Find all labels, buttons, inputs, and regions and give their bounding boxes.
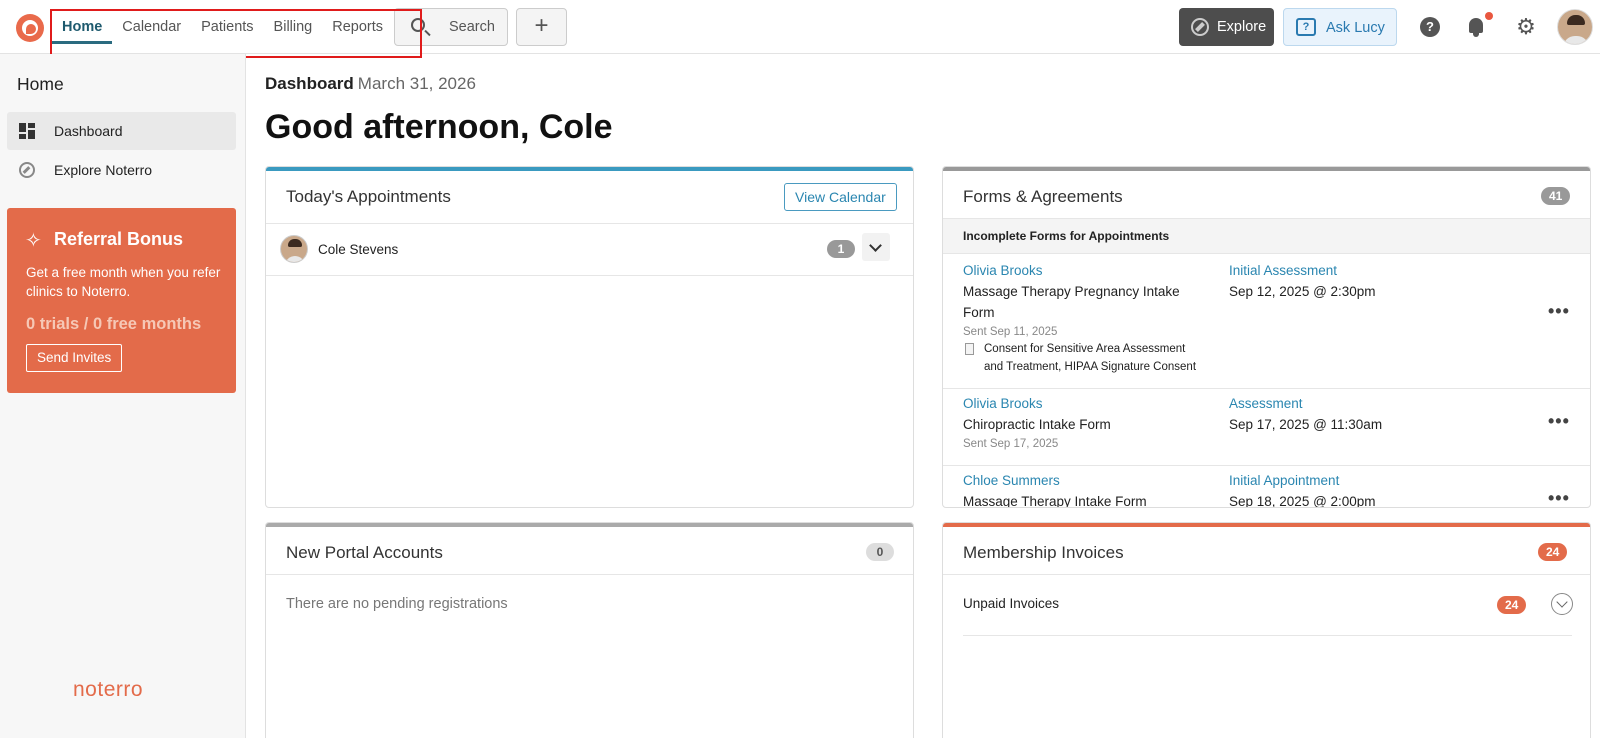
divider [266,223,913,224]
sidebar: Home Dashboard Explore Noterro ✧ Referra… [0,54,246,738]
referral-title: Referral Bonus [54,229,184,249]
card-accent-bar [943,523,1590,527]
search-icon [411,18,425,32]
explore-label: Explore [1217,19,1267,35]
compass-icon [19,162,35,178]
sidebar-heading: Home [17,74,64,94]
sent-date: Sent Sep 11, 2025 [963,326,1058,338]
noterro-brand-logo: noterro [73,678,144,701]
card-title: Today's Appointments [286,187,451,206]
nav-billing[interactable]: Billing [264,10,323,44]
nav-calendar[interactable]: Calendar [112,10,191,44]
divider [266,275,913,276]
card-title: New Portal Accounts [286,543,443,562]
new-portal-accounts-card: New Portal Accounts 0 There are no pendi… [265,522,914,738]
main-nav: Home Calendar Patients Billing Reports [52,10,393,44]
top-navigation-bar: Home Calendar Patients Billing Reports S… [0,0,1600,54]
send-invites-button[interactable]: Send Invites [26,344,123,372]
attached-documents: Consent for Sensitive Area Assessment [984,343,1186,355]
search-button[interactable]: Search [394,8,508,46]
appointment-time: Sep 18, 2025 @ 2:00pm [1229,494,1376,508]
unpaid-count-badge: 24 [1497,596,1527,614]
forms-count-badge: 41 [1541,187,1571,205]
more-options-icon[interactable]: ••• [1548,301,1570,322]
form-name: Massage Therapy Pregnancy Intake [963,284,1180,299]
form-name: Massage Therapy Intake Form [963,494,1147,508]
explore-button[interactable]: Explore [1179,8,1274,46]
ask-lucy-label: Ask Lucy [1326,20,1385,36]
more-options-icon[interactable]: ••• [1548,411,1570,432]
current-date: March 31, 2026 [357,74,476,93]
breadcrumb: Dashboard March 31, 2026 [265,74,476,94]
appointment-type-link[interactable]: Assessment [1229,396,1303,411]
page-title: Dashboard [265,74,354,93]
card-accent-bar [266,167,913,171]
divider [266,574,913,575]
list-item: Olivia Brooks Massage Therapy Pregnancy … [943,263,1590,388]
form-name: Chiropractic Intake Form [963,417,1111,432]
view-calendar-button[interactable]: View Calendar [784,183,897,211]
document-icon [965,343,974,355]
empty-state-text: There are no pending registrations [286,596,508,612]
appointment-time: Sep 12, 2025 @ 2:30pm [1229,284,1376,299]
card-title: Membership Invoices [963,543,1124,562]
referral-bonus-card: ✧ Referral Bonus Get a free month when y… [7,208,236,393]
notification-dot [1485,12,1493,20]
unpaid-invoices-label[interactable]: Unpaid Invoices [963,596,1059,611]
sidebar-item-dashboard[interactable]: Dashboard [7,112,236,150]
divider [963,635,1572,636]
chevron-down-icon[interactable] [1551,593,1573,615]
portal-count-badge: 0 [866,543,894,561]
help-icon[interactable]: ? [1420,17,1440,37]
divider [943,388,1590,389]
attached-documents-continued: and Treatment, HIPAA Signature Consent [984,361,1197,373]
sidebar-item-label: Dashboard [54,123,123,139]
referral-stats: 0 trials / 0 free months [26,315,202,333]
forms-agreements-card: Forms & Agreements 41 Incomplete Forms f… [942,166,1591,508]
more-options-icon[interactable]: ••• [1548,488,1570,507]
appointment-patient-name[interactable]: Cole Stevens [318,242,398,257]
sidebar-item-explore-noterro[interactable]: Explore Noterro [7,151,236,189]
bell-icon[interactable] [1467,16,1485,38]
dashboard-icon [19,123,35,139]
sent-date: Sent Sep 17, 2025 [963,438,1059,450]
divider [943,465,1590,466]
nav-home[interactable]: Home [52,10,113,44]
user-avatar[interactable] [1557,9,1593,45]
noterro-logo-icon[interactable] [16,14,44,42]
list-item: Olivia Brooks Chiropractic Intake Form S… [943,396,1590,456]
sparkle-icon: ✧ [25,230,42,252]
form-name-continued: Form [963,305,995,320]
forms-subheading: Incomplete Forms for Appointments [963,229,1170,243]
patient-link[interactable]: Chloe Summers [963,473,1060,488]
divider [943,574,1590,575]
membership-invoices-card: Membership Invoices 24 Unpaid Invoices 2… [942,522,1591,738]
chevron-down-icon[interactable] [862,233,890,261]
chat-question-icon: ? [1296,18,1316,36]
add-button[interactable]: + [516,8,567,46]
sidebar-item-label: Explore Noterro [54,162,153,178]
patient-link[interactable]: Olivia Brooks [963,396,1043,411]
ask-lucy-button[interactable]: ? Ask Lucy [1283,8,1397,46]
card-title: Forms & Agreements [963,187,1123,206]
greeting-heading: Good afternoon, Cole [265,108,613,146]
invoices-count-badge: 24 [1538,543,1568,561]
compass-icon [1191,18,1209,36]
appointment-type-link[interactable]: Initial Assessment [1229,263,1337,278]
avatar [280,235,308,263]
appointment-type-link[interactable]: Initial Appointment [1229,473,1339,488]
forms-subheading-bar: Incomplete Forms for Appointments [943,218,1590,254]
nav-reports[interactable]: Reports [322,10,393,44]
appointment-count-badge: 1 [827,240,855,258]
search-label: Search [449,19,495,35]
gear-icon[interactable]: ⚙ [1516,16,1536,38]
patient-link[interactable]: Olivia Brooks [963,263,1043,278]
appointment-time: Sep 17, 2025 @ 11:30am [1229,417,1383,432]
referral-text: Get a free month when you refer clinics … [26,265,221,299]
list-item: Chloe Summers Massage Therapy Intake For… [943,473,1590,508]
todays-appointments-card: Today's Appointments View Calendar Cole … [265,166,914,508]
card-accent-bar [266,523,913,527]
nav-patients[interactable]: Patients [191,10,263,44]
card-accent-bar [943,167,1590,171]
